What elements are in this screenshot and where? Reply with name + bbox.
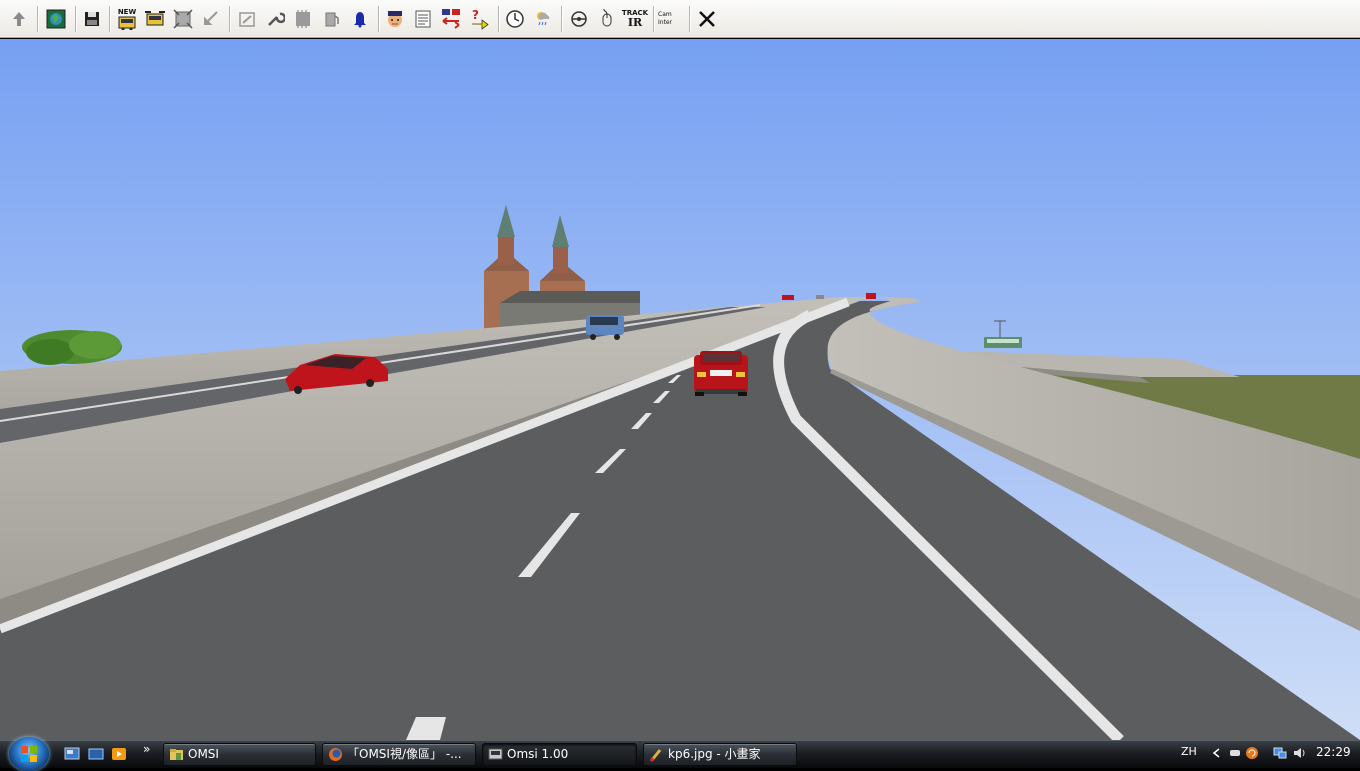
- help-button[interactable]: ?: [466, 5, 492, 33]
- task-label: OMSI: [188, 747, 219, 761]
- distant-car-3: [816, 295, 824, 299]
- folder-icon: [170, 749, 183, 760]
- up-arrow-button[interactable]: [6, 5, 32, 33]
- show-desktop-icon: [64, 747, 80, 760]
- toolbar-separator: [498, 6, 500, 32]
- media-player-icon: [112, 748, 126, 760]
- change-bus-button[interactable]: [142, 5, 168, 33]
- task-button-firefox[interactable]: 「OMSI視/像區」 -...: [322, 743, 476, 766]
- new-label: NEW: [117, 8, 137, 16]
- switch-windows-button[interactable]: [88, 747, 104, 761]
- quicklaunch-more-chevron[interactable]: »: [143, 742, 150, 756]
- red-car-ahead: [694, 351, 748, 396]
- camera-button[interactable]: [566, 5, 592, 33]
- close-icon: [699, 11, 715, 27]
- toolbar-separator: [37, 6, 39, 32]
- pick-button[interactable]: [198, 5, 224, 33]
- toolbar-separator: [109, 6, 111, 32]
- save-button[interactable]: [79, 5, 105, 33]
- task-label: 「OMSI視/像區」 -...: [347, 747, 462, 761]
- task-label: kp6.jpg - 小畫家: [668, 747, 761, 761]
- chip-button[interactable]: [290, 5, 316, 33]
- frame-icon: [173, 9, 193, 29]
- time-button[interactable]: [502, 5, 528, 33]
- tray-network-icon[interactable]: [1273, 746, 1287, 760]
- omsi-bus-icon: [488, 748, 503, 760]
- toolbar-separator: [75, 6, 77, 32]
- cam-sub-label: Inter: [658, 19, 673, 26]
- weather-icon: [537, 12, 550, 26]
- bus-swap-icon: [145, 11, 165, 26]
- toolbar-separator: [653, 6, 655, 32]
- driver-face-icon: [388, 11, 402, 27]
- wrench-icon: [268, 12, 285, 26]
- start-button[interactable]: [9, 737, 49, 771]
- mouse-button[interactable]: [594, 5, 620, 33]
- pointer-icon: [204, 11, 218, 25]
- tray-usb-icon[interactable]: [1228, 746, 1242, 760]
- ir-label: IR: [627, 16, 643, 29]
- language-indicator[interactable]: ZH: [1181, 745, 1197, 758]
- task-label: Omsi 1.00: [507, 747, 569, 761]
- eye-target-icon: [571, 11, 587, 27]
- toolbar-separator: [689, 6, 691, 32]
- toolbar-separator: [561, 6, 563, 32]
- cam-label: Cam: [658, 11, 672, 18]
- chip-icon: [296, 10, 310, 28]
- fuel-button[interactable]: [318, 5, 344, 33]
- road-scene: [0, 39, 1360, 740]
- distant-car-1: [782, 295, 794, 300]
- map-icon: [46, 9, 66, 29]
- up-arrow-icon: [13, 12, 25, 26]
- question-arrow-icon: ?: [472, 8, 489, 30]
- distant-car-2: [866, 293, 876, 299]
- toolbar-separator: [378, 6, 380, 32]
- svg-text:?: ?: [472, 8, 479, 22]
- paint-brush-icon: [649, 749, 662, 762]
- clock[interactable]: 22:29: [1316, 745, 1351, 759]
- task-button-paint[interactable]: kp6.jpg - 小畫家: [643, 743, 797, 766]
- fuel-pump-icon: [325, 12, 339, 27]
- toolbar-separator: [229, 6, 231, 32]
- exchange-arrows-icon: [442, 9, 460, 29]
- floppy-disk-icon: [85, 12, 99, 26]
- task-button-omsi-folder[interactable]: OMSI: [163, 743, 316, 766]
- show-desktop-button[interactable]: [64, 747, 80, 761]
- camera-inter-button[interactable]: Cam Inter: [658, 5, 684, 33]
- bell-button[interactable]: [347, 5, 373, 33]
- gear-wrench-icon: [239, 12, 255, 27]
- bus-front-icon: [118, 16, 136, 30]
- new-bus-button[interactable]: NEW: [114, 5, 140, 33]
- windows-taskbar: » OMSI 「OMSI視/像區」 -... Omsi 1.00 kp6.jpg…: [0, 737, 1360, 771]
- transfer-button[interactable]: [438, 5, 464, 33]
- mouse-icon: [602, 9, 612, 27]
- task-button-omsi-app[interactable]: Omsi 1.00: [482, 743, 637, 766]
- bell-icon: [354, 12, 366, 28]
- map-button[interactable]: [43, 5, 69, 33]
- trackir-button[interactable]: TRACK IR: [622, 5, 648, 33]
- media-player-button[interactable]: [111, 747, 127, 761]
- simulation-viewport[interactable]: [0, 39, 1360, 740]
- timetable-button[interactable]: [410, 5, 436, 33]
- tray-volume-icon[interactable]: [1292, 746, 1306, 760]
- bus-green: [984, 337, 1022, 348]
- clock-icon: [506, 10, 524, 28]
- fullscreen-button[interactable]: [170, 5, 196, 33]
- tray-expand-icon[interactable]: [1210, 746, 1224, 760]
- omsi-toolbar: NEW ? TRACK IR Cam Inter: [0, 0, 1360, 38]
- switch-windows-icon: [88, 748, 104, 760]
- tray-update-icon[interactable]: [1245, 746, 1259, 760]
- driver-button[interactable]: [382, 5, 408, 33]
- repair-button[interactable]: [262, 5, 288, 33]
- bus-options-button[interactable]: [234, 5, 260, 33]
- windows-logo-icon: [21, 746, 37, 762]
- firefox-icon: [329, 748, 342, 761]
- close-button[interactable]: [694, 5, 720, 33]
- weather-button[interactable]: [530, 5, 556, 33]
- timetable-icon: [415, 10, 431, 28]
